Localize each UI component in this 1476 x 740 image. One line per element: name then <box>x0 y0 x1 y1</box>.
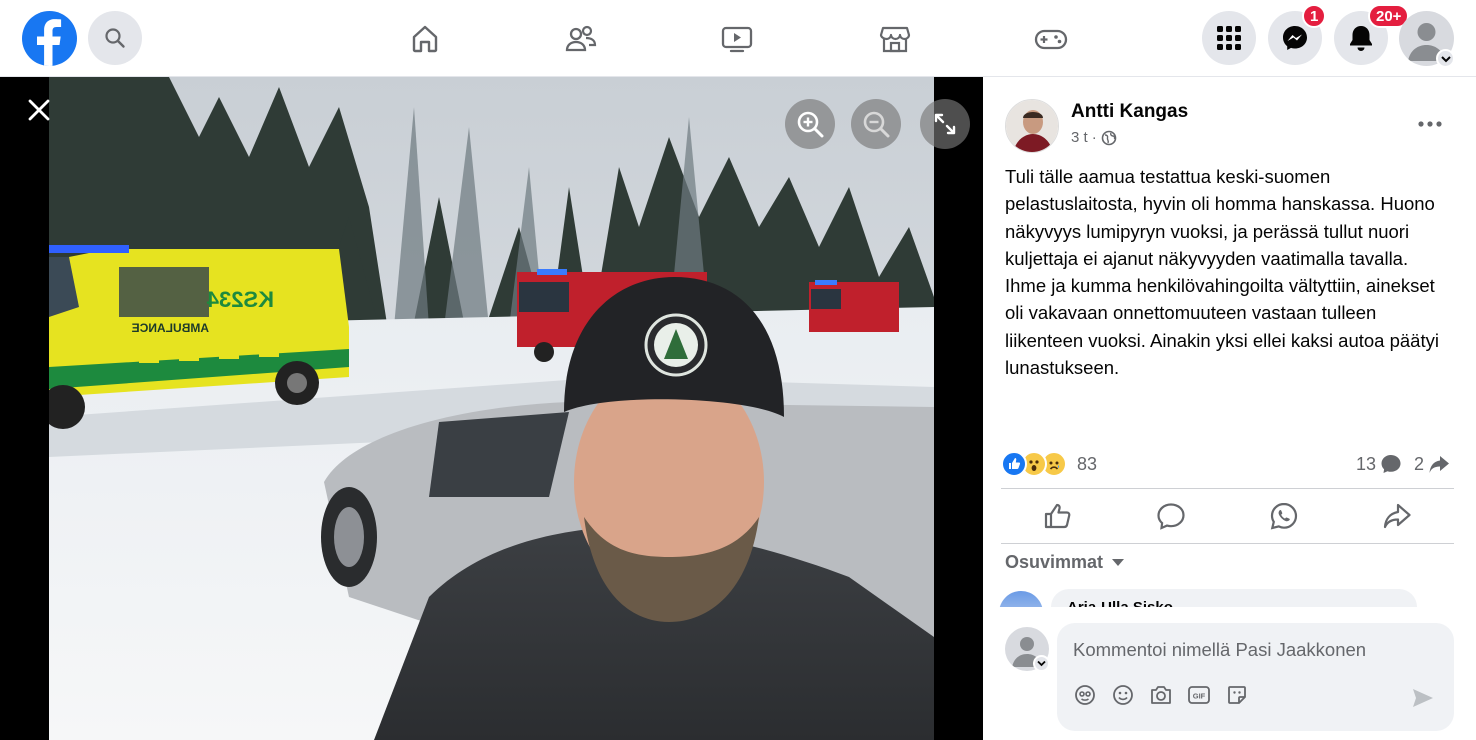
share-arrow-icon <box>1429 456 1449 473</box>
zoom-in-icon <box>797 111 824 138</box>
post-panel: Antti Kangas 3 t · Tuli tälle aamua test… <box>983 77 1476 740</box>
composer-tools: GIF <box>1073 683 1249 707</box>
post-text: Tuli tälle aamua testattua keski-suomen … <box>1005 166 1439 379</box>
share-count-value: 2 <box>1413 453 1424 474</box>
gif-button[interactable]: GIF <box>1187 683 1211 707</box>
fullscreen-icon <box>934 113 956 135</box>
emoji-button[interactable] <box>1111 683 1135 707</box>
gif-icon: GIF <box>1188 686 1210 704</box>
tab-gaming[interactable] <box>1026 14 1076 64</box>
comment-bubble-icon <box>1381 455 1401 473</box>
emoji-icon <box>1113 685 1133 705</box>
tab-home[interactable] <box>400 14 450 64</box>
svg-text:KS234: KS234 <box>206 287 274 312</box>
divider <box>1001 488 1454 489</box>
reactions-summary[interactable]: 83 <box>1001 451 1097 477</box>
sort-label: Osuvimmat <box>1005 552 1104 572</box>
send-icon <box>1413 689 1433 707</box>
comment-button[interactable] <box>1141 494 1201 538</box>
gamepad-icon <box>1034 29 1068 50</box>
svg-text:GIF: GIF <box>1193 692 1206 701</box>
divider <box>1001 543 1454 544</box>
share-icon <box>1384 503 1411 529</box>
svg-text:AMBULANCE: AMBULANCE <box>132 321 209 335</box>
avatar-sticker-button[interactable] <box>1073 683 1097 707</box>
post-time[interactable]: 3 t <box>1071 129 1088 146</box>
tab-friends[interactable] <box>556 14 606 64</box>
zoom-out-icon <box>863 111 890 138</box>
whatsapp-icon <box>1270 502 1298 530</box>
thumbs-up-icon <box>1044 503 1071 529</box>
messenger-icon <box>1283 26 1307 50</box>
send-comment-button[interactable] <box>1410 685 1436 711</box>
zoom-in-button[interactable] <box>785 99 835 149</box>
comment-sort-dropdown[interactable]: Osuvimmat <box>1005 552 1125 573</box>
photo-button[interactable] <box>1149 683 1173 707</box>
zoom-out-button[interactable] <box>851 99 901 149</box>
comment-count-value: 13 <box>1355 453 1376 474</box>
sticker-button[interactable] <box>1225 683 1249 707</box>
post-options-button[interactable] <box>1413 107 1447 141</box>
account-chevron-icon[interactable] <box>1436 49 1455 68</box>
top-navigation-bar: 1 20+ <box>0 0 1476 77</box>
post-meta: 3 t · <box>1071 129 1117 146</box>
close-viewer-button[interactable] <box>22 93 56 127</box>
author-name[interactable]: Antti Kangas <box>1071 101 1188 123</box>
grid-icon <box>1217 26 1241 50</box>
reaction-count[interactable]: 83 <box>1077 454 1097 475</box>
photo-viewer: KS234 AMBULANCE <box>0 77 983 740</box>
search-button[interactable] <box>88 11 142 65</box>
tab-watch[interactable] <box>712 14 762 64</box>
avatar-sticker-icon <box>1075 685 1095 705</box>
comment-icon <box>1157 503 1185 530</box>
globe-icon <box>1101 130 1116 145</box>
friends-icon <box>565 25 597 52</box>
comment-count[interactable]: 13 <box>1356 453 1402 475</box>
video-icon <box>721 26 753 53</box>
tab-marketplace[interactable] <box>870 14 920 64</box>
post-actions <box>1001 490 1454 542</box>
commenter-avatar[interactable] <box>999 591 1043 607</box>
meta-separator: · <box>1091 129 1097 146</box>
messenger-badge: 1 <box>1302 4 1327 28</box>
bell-icon <box>1350 26 1372 51</box>
home-icon <box>412 25 438 53</box>
close-icon <box>28 99 50 121</box>
more-icon <box>1418 121 1442 127</box>
menu-button[interactable] <box>1202 11 1256 65</box>
facebook-logo-icon[interactable] <box>22 11 77 66</box>
commenter-name[interactable]: Arja-Ulla Sisko <box>1067 599 1173 607</box>
engagement-counts: 13 2 <box>1356 453 1450 475</box>
whatsapp-share-button[interactable] <box>1254 494 1314 538</box>
store-icon <box>879 26 911 53</box>
like-reaction-icon <box>1001 451 1027 477</box>
sticker-icon <box>1228 686 1246 704</box>
composer-chevron-icon[interactable] <box>1033 655 1050 672</box>
fullscreen-button[interactable] <box>920 99 970 149</box>
author-avatar[interactable] <box>1005 99 1059 153</box>
like-button[interactable] <box>1028 494 1088 538</box>
caret-down-icon <box>1112 559 1125 566</box>
camera-icon <box>1151 686 1171 704</box>
post-photo[interactable]: KS234 AMBULANCE <box>49 77 934 740</box>
share-count[interactable]: 2 <box>1414 453 1450 475</box>
comment-composer: GIF <box>1057 623 1454 731</box>
partial-comment[interactable]: Arja-Ulla Sisko <box>999 589 1419 607</box>
comment-input[interactable] <box>1073 637 1433 663</box>
search-icon <box>105 28 125 48</box>
share-button[interactable] <box>1367 494 1427 538</box>
